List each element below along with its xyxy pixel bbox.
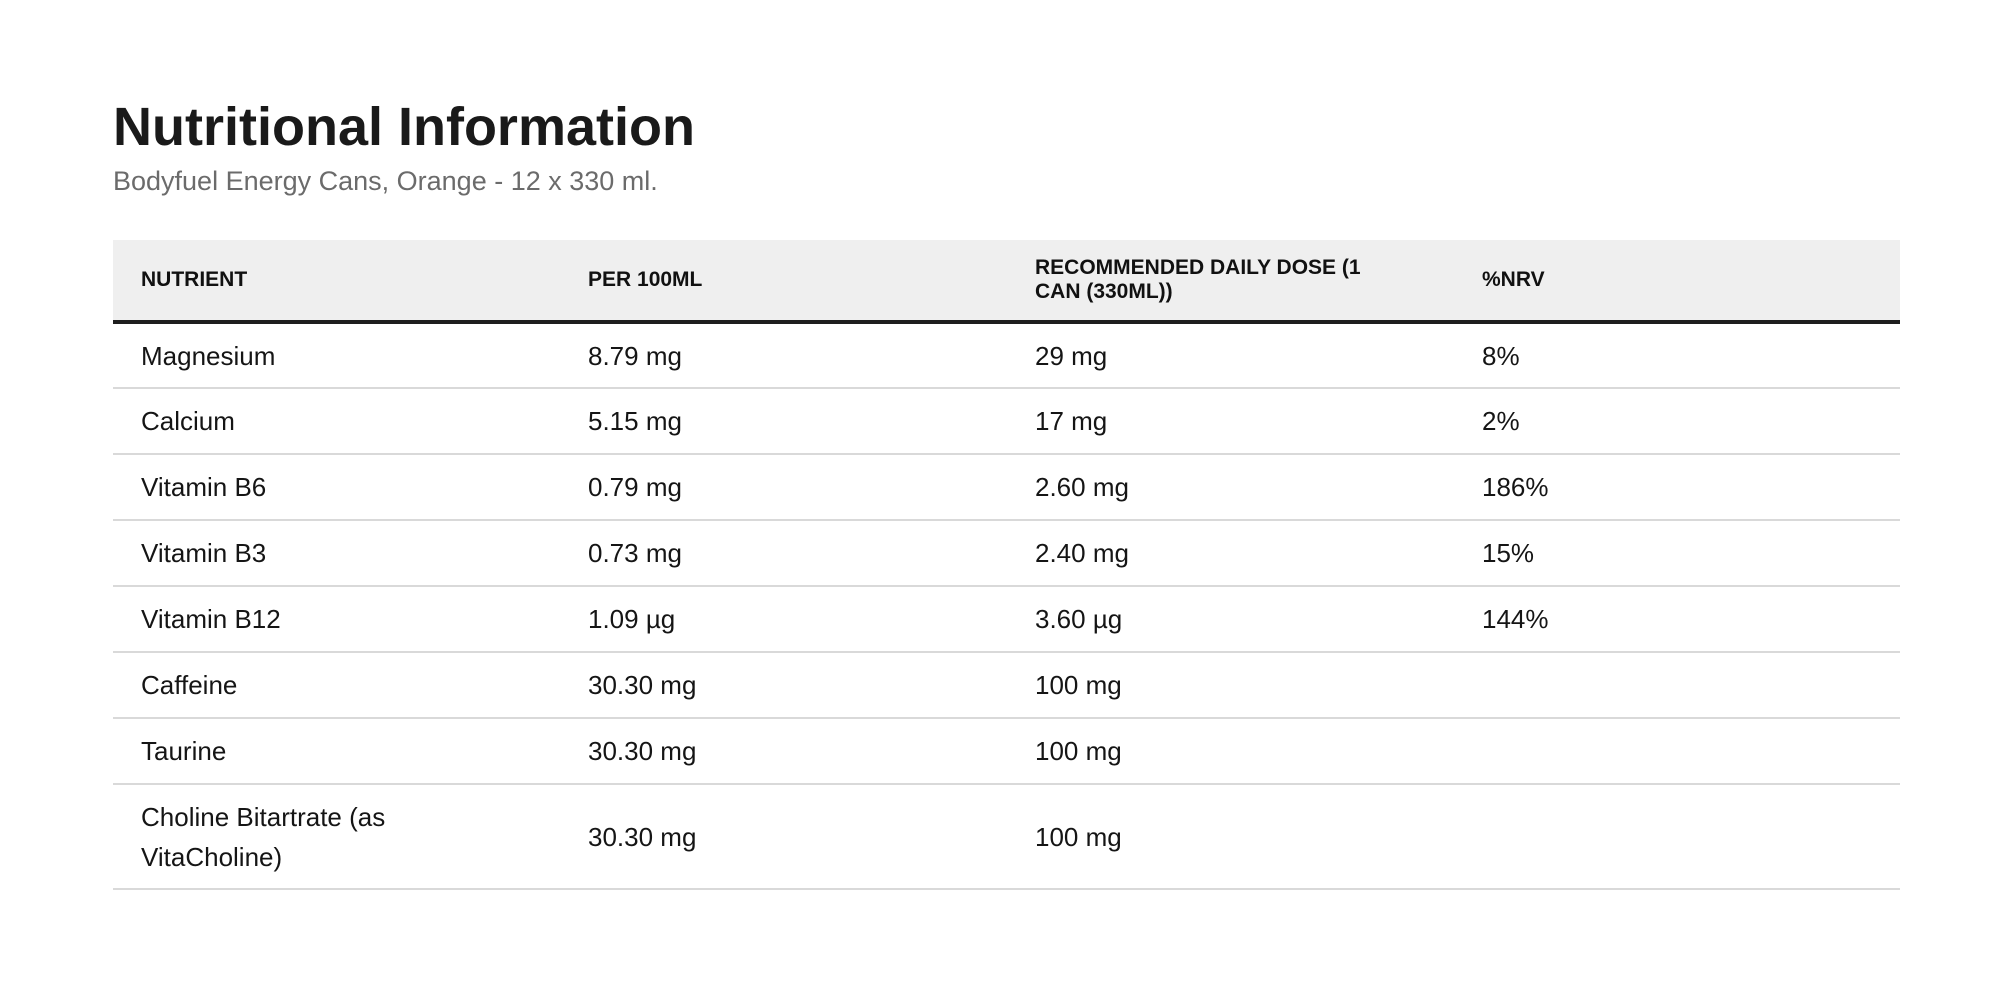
nrv-cell: 186%: [1454, 454, 1900, 521]
nutrient-cell: Caffeine: [113, 652, 560, 719]
daily-dose-cell: 3.60 µg: [1007, 586, 1454, 653]
daily-dose-cell: 17 mg: [1007, 388, 1454, 455]
nrv-cell: 15%: [1454, 520, 1900, 587]
nutrient-cell: Taurine: [113, 718, 560, 785]
nutrition-table: NUTRIENT PER 100ML RECOMMENDED DAILY DOS…: [113, 240, 1900, 890]
table-row: Vitamin B12 1.09 µg 3.60 µg 144%: [113, 586, 1900, 653]
table-header: NUTRIENT PER 100ML RECOMMENDED DAILY DOS…: [113, 240, 1900, 324]
table-row: Taurine 30.30 mg 100 mg: [113, 718, 1900, 785]
per-100ml-cell: 1.09 µg: [560, 586, 1007, 653]
product-subtitle: Bodyfuel Energy Cans, Orange - 12 x 330 …: [113, 166, 658, 196]
daily-dose-cell: 100 mg: [1007, 652, 1454, 719]
table-body: Magnesium 8.79 mg 29 mg 8% Calcium 5.15 …: [113, 322, 1900, 890]
daily-dose-cell: 29 mg: [1007, 322, 1454, 389]
nrv-cell: [1454, 718, 1900, 785]
daily-dose-cell: 2.60 mg: [1007, 454, 1454, 521]
nutrition-panel: Nutritional Information Bodyfuel Energy …: [113, 95, 1900, 890]
column-header-nrv: %NRV: [1454, 240, 1900, 324]
page-title: Nutritional Information: [113, 97, 695, 157]
nutrient-cell: Magnesium: [113, 322, 560, 389]
table-row: Vitamin B6 0.79 mg 2.60 mg 186%: [113, 454, 1900, 521]
daily-dose-cell: 100 mg: [1007, 718, 1454, 785]
table-row: Choline Bitartrate (as VitaCholine) 30.3…: [113, 784, 1900, 890]
table-row: Magnesium 8.79 mg 29 mg 8%: [113, 322, 1900, 389]
table-row: Caffeine 30.30 mg 100 mg: [113, 652, 1900, 719]
nutrient-cell: Vitamin B3: [113, 520, 560, 587]
nutrient-cell: Vitamin B12: [113, 586, 560, 653]
nrv-cell: [1454, 784, 1900, 890]
nrv-cell: [1454, 652, 1900, 719]
table-header-row: NUTRIENT PER 100ML RECOMMENDED DAILY DOS…: [113, 240, 1900, 324]
nrv-cell: 144%: [1454, 586, 1900, 653]
column-header-nutrient: NUTRIENT: [113, 240, 560, 324]
per-100ml-cell: 30.30 mg: [560, 784, 1007, 890]
daily-dose-cell: 100 mg: [1007, 784, 1454, 890]
column-header-daily-dose: RECOMMENDED DAILY DOSE (1 CAN (330ML)): [1007, 240, 1454, 324]
per-100ml-cell: 8.79 mg: [560, 322, 1007, 389]
per-100ml-cell: 30.30 mg: [560, 652, 1007, 719]
table-row: Vitamin B3 0.73 mg 2.40 mg 15%: [113, 520, 1900, 587]
nrv-cell: 2%: [1454, 388, 1900, 455]
column-header-per-100ml: PER 100ML: [560, 240, 1007, 324]
per-100ml-cell: 30.30 mg: [560, 718, 1007, 785]
nutrient-cell: Calcium: [113, 388, 560, 455]
nutrient-cell: Choline Bitartrate (as VitaCholine): [113, 784, 560, 890]
nutrient-cell: Vitamin B6: [113, 454, 560, 521]
nrv-cell: 8%: [1454, 322, 1900, 389]
table-row: Calcium 5.15 mg 17 mg 2%: [113, 388, 1900, 455]
per-100ml-cell: 0.73 mg: [560, 520, 1007, 587]
per-100ml-cell: 5.15 mg: [560, 388, 1007, 455]
per-100ml-cell: 0.79 mg: [560, 454, 1007, 521]
daily-dose-cell: 2.40 mg: [1007, 520, 1454, 587]
